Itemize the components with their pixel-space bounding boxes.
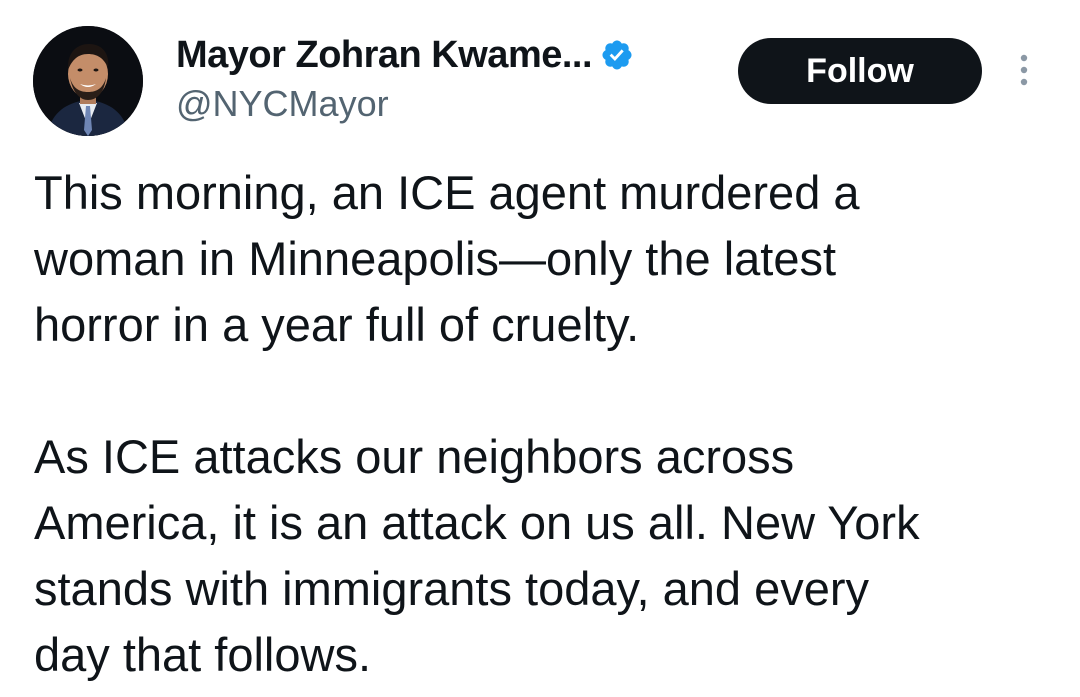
tweet-line: As ICE attacks our neighbors across xyxy=(34,430,795,483)
tweet-paragraph-2: As ICE attacks our neighbors across Amer… xyxy=(34,424,1044,688)
author-name-row[interactable]: Mayor Zohran Kwame... xyxy=(176,33,634,77)
tweet-line: stands with immigrants today, and every xyxy=(34,562,870,615)
avatar[interactable] xyxy=(33,26,143,136)
tweet-line: America, it is an attack on us all. New … xyxy=(34,496,920,549)
tweet-text: This morning, an ICE agent murdered a wo… xyxy=(34,160,1044,688)
tweet-line: woman in Minneapolis—only the latest xyxy=(34,232,837,285)
tweet-paragraph-1: This morning, an ICE agent murdered a wo… xyxy=(34,160,1044,358)
tweet-line: horror in a year full of cruelty. xyxy=(34,298,640,351)
display-name[interactable]: Mayor Zohran Kwame... xyxy=(176,33,593,77)
author-handle[interactable]: @NYCMayor xyxy=(176,84,389,124)
tweet-line: day that follows. xyxy=(34,628,372,681)
verified-badge-icon[interactable] xyxy=(600,38,634,72)
follow-button[interactable]: Follow xyxy=(738,38,982,104)
profile-photo-icon xyxy=(33,26,143,136)
tweet-card: Mayor Zohran Kwame... @NYCMayor Follow T… xyxy=(0,0,1080,697)
more-vertical-icon[interactable] xyxy=(1012,50,1036,90)
tweet-line: This morning, an ICE agent murdered a xyxy=(34,166,860,219)
